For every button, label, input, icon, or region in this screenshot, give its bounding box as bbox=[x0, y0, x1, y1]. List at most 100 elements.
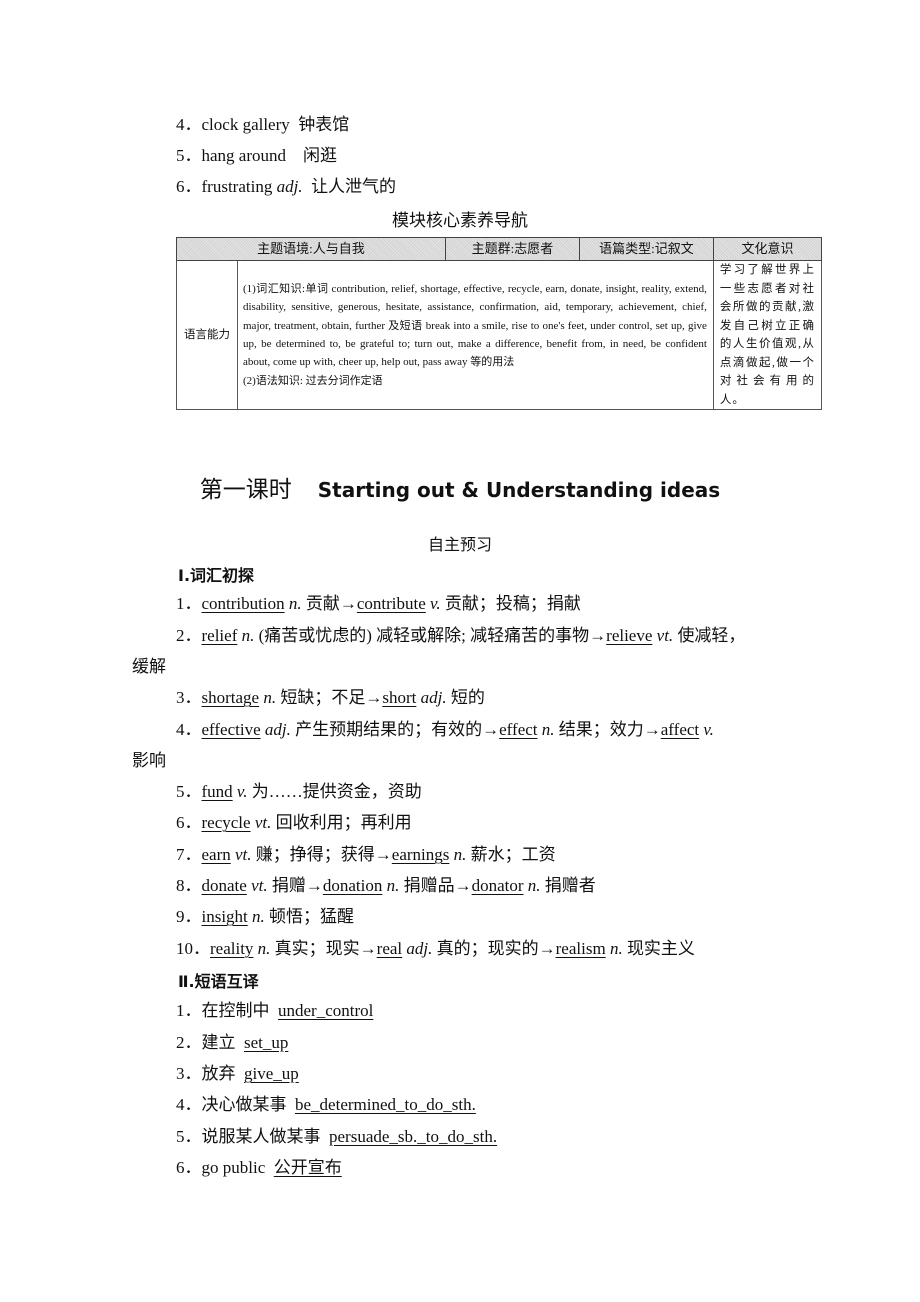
vocabulary-item: 2．relief n. (痛苦或忧虑的) 减轻或解除; 减轻痛苦的事物→reli… bbox=[176, 625, 745, 647]
item-number: 6． bbox=[176, 177, 202, 196]
item-number: 6． bbox=[176, 1158, 202, 1177]
phrase-answer: give_up bbox=[244, 1064, 299, 1083]
definition-text: 赚；挣得；获得→ bbox=[251, 845, 392, 864]
cultural-awareness-cell: 学习了解世界上一些志愿者对社会所做的贡献,激发自己树立正确的人生价值观,从点滴做… bbox=[712, 260, 823, 410]
phrase-answer: under_control bbox=[278, 1001, 374, 1020]
answer-word: contribution bbox=[201, 594, 285, 613]
definition-continuation: 影响 bbox=[132, 751, 166, 770]
english-term: frustrating bbox=[201, 177, 273, 196]
item-number: 1． bbox=[176, 1001, 202, 1020]
phrase-prompt: 说服某人做某事 bbox=[201, 1127, 329, 1146]
answer-word: earn bbox=[201, 845, 231, 864]
vocabulary-item: 6．recycle vt. 回收利用；再利用 bbox=[176, 812, 412, 834]
answer-word: insight bbox=[201, 907, 248, 926]
phrase-prompt: 放弃 bbox=[201, 1064, 244, 1083]
part-of-speech: n. bbox=[247, 907, 265, 926]
phrase-item: 1．在控制中 under_control bbox=[176, 1000, 373, 1022]
phrase-answer: be_determined_to_do_sth. bbox=[295, 1095, 476, 1114]
vocabulary-item: 5．fund v. 为……提供资金，资助 bbox=[176, 781, 422, 803]
part-of-speech: vt. bbox=[230, 845, 252, 864]
answer-word: donate bbox=[201, 876, 247, 895]
phrase-answer: persuade_sb._to_do_sth. bbox=[329, 1127, 498, 1146]
header-text-type: 语篇类型:记叙文 bbox=[578, 237, 714, 261]
vocabulary-item: 8．donate vt. 捐赠→donation n. 捐赠品→donator … bbox=[176, 875, 596, 897]
core-literacy-table: 主题语境:人与自我 主题群:志愿者 语篇类型:记叙文 文化意识 语言能力 (1)… bbox=[176, 237, 823, 410]
vocabulary-item: 9．insight n. 顿悟；猛醒 bbox=[176, 906, 354, 928]
item-number: 5． bbox=[176, 1127, 202, 1146]
definition-text: 贡献；投稿；捐献 bbox=[440, 594, 581, 613]
item-number: 5． bbox=[176, 146, 202, 165]
phrase-answer: set_up bbox=[244, 1033, 289, 1052]
part-of-speech: vt. bbox=[246, 876, 268, 895]
definition-text: 顿悟；猛醒 bbox=[264, 907, 355, 926]
language-ability-cell: (1)词汇知识:单词 contribution, relief, shortag… bbox=[237, 260, 714, 410]
item-number: 10． bbox=[176, 939, 210, 958]
definition-text: 真实；现实→ bbox=[270, 939, 377, 958]
answer-word: donator bbox=[471, 876, 524, 895]
phrase-answer: 公开宣布 bbox=[273, 1158, 342, 1177]
answer-word: earnings bbox=[391, 845, 450, 864]
part-of-speech: adj. bbox=[416, 688, 447, 707]
definition-text: 结果；效力→ bbox=[554, 720, 661, 739]
part-of-speech: n. bbox=[523, 876, 541, 895]
chinese-meaning: 让人泄气的 bbox=[311, 177, 397, 196]
table-header-row: 主题语境:人与自我 主题群:志愿者 语篇类型:记叙文 文化意识 bbox=[176, 237, 823, 261]
answer-word: contribute bbox=[356, 594, 426, 613]
row-label-language-ability: 语言能力 bbox=[176, 260, 238, 410]
phrase-item: 6．go public 公开宣布 bbox=[176, 1157, 342, 1179]
definition-text: 为……提供资金，资助 bbox=[247, 782, 422, 801]
part-of-speech: n. bbox=[259, 688, 277, 707]
part-of-speech: adj. bbox=[276, 177, 303, 196]
phrase-prompt: 决心做某事 bbox=[201, 1095, 295, 1114]
part-of-speech: adj. bbox=[260, 720, 291, 739]
definition-text: 使减轻， bbox=[673, 626, 746, 645]
intro-item: 4．clock gallery 钟表馆 bbox=[176, 114, 349, 136]
definition-text: 真的；现实的→ bbox=[432, 939, 556, 958]
item-number: 2． bbox=[176, 1033, 202, 1052]
part-of-speech: n. bbox=[449, 845, 467, 864]
part-of-speech: n. bbox=[237, 626, 255, 645]
table-row: 语言能力 (1)词汇知识:单词 contribution, relief, sh… bbox=[176, 260, 823, 410]
definition-text: 贡献→ bbox=[301, 594, 357, 613]
part-of-speech: n. bbox=[284, 594, 302, 613]
vocabulary-item: 3．shortage n. 短缺；不足→short adj. 短的 bbox=[176, 687, 485, 709]
header-theme-context: 主题语境:人与自我 bbox=[176, 237, 446, 261]
definition-text: 捐赠者 bbox=[540, 876, 596, 895]
definition-text: 捐赠品→ bbox=[399, 876, 472, 895]
part-of-speech: v. bbox=[699, 720, 714, 739]
phrase-prompt: go public bbox=[201, 1158, 274, 1177]
intro-item: 5．hang around 闲逛 bbox=[176, 145, 337, 167]
definition-continuation: 缓解 bbox=[132, 657, 166, 676]
answer-word: real bbox=[376, 939, 403, 958]
answer-word: effective bbox=[201, 720, 261, 739]
part-of-speech: v. bbox=[232, 782, 248, 801]
vocabulary-item: 7．earn vt. 赚；挣得；获得→earnings n. 薪水；工资 bbox=[176, 844, 556, 866]
vocabulary-item: 4．effective adj. 产生预期结果的；有效的→effect n. 结… bbox=[176, 719, 714, 741]
chinese-meaning: 钟表馆 bbox=[298, 115, 350, 134]
lesson-title-en: Starting out & Understanding ideas bbox=[317, 478, 721, 502]
vocabulary-item: 10．reality n. 真实；现实→real adj. 真的；现实的→rea… bbox=[176, 938, 695, 960]
section-subtitle: 自主预习 bbox=[427, 535, 492, 554]
part-of-speech: n. bbox=[253, 939, 271, 958]
chinese-meaning: 闲逛 bbox=[303, 146, 338, 165]
definition-text: 短缺；不足→ bbox=[276, 688, 383, 707]
phrase-item: 4．决心做某事 be_determined_to_do_sth. bbox=[176, 1094, 476, 1116]
part-of-speech: n. bbox=[605, 939, 623, 958]
phrase-prompt: 在控制中 bbox=[201, 1001, 278, 1020]
header-theme-group: 主题群:志愿者 bbox=[444, 237, 580, 261]
definition-text: 薪水；工资 bbox=[466, 845, 556, 864]
section-vocabulary-title: Ⅰ.词汇初探 bbox=[178, 566, 255, 585]
answer-word: fund bbox=[201, 782, 233, 801]
phrase-item: 2．建立 set_up bbox=[176, 1032, 288, 1054]
part-of-speech: n. bbox=[382, 876, 400, 895]
section-phrases-title: Ⅱ.短语互译 bbox=[178, 972, 259, 991]
answer-word: relief bbox=[201, 626, 238, 645]
part-of-speech: adj. bbox=[402, 939, 433, 958]
answer-word: donation bbox=[322, 876, 383, 895]
vocabulary-knowledge: (1)词汇知识:单词 contribution, relief, shortag… bbox=[243, 282, 707, 369]
item-number: 2． bbox=[176, 626, 202, 645]
item-number: 6． bbox=[176, 813, 202, 832]
item-number: 4． bbox=[176, 720, 202, 739]
item-number: 5． bbox=[176, 782, 202, 801]
answer-word: relieve bbox=[606, 626, 653, 645]
